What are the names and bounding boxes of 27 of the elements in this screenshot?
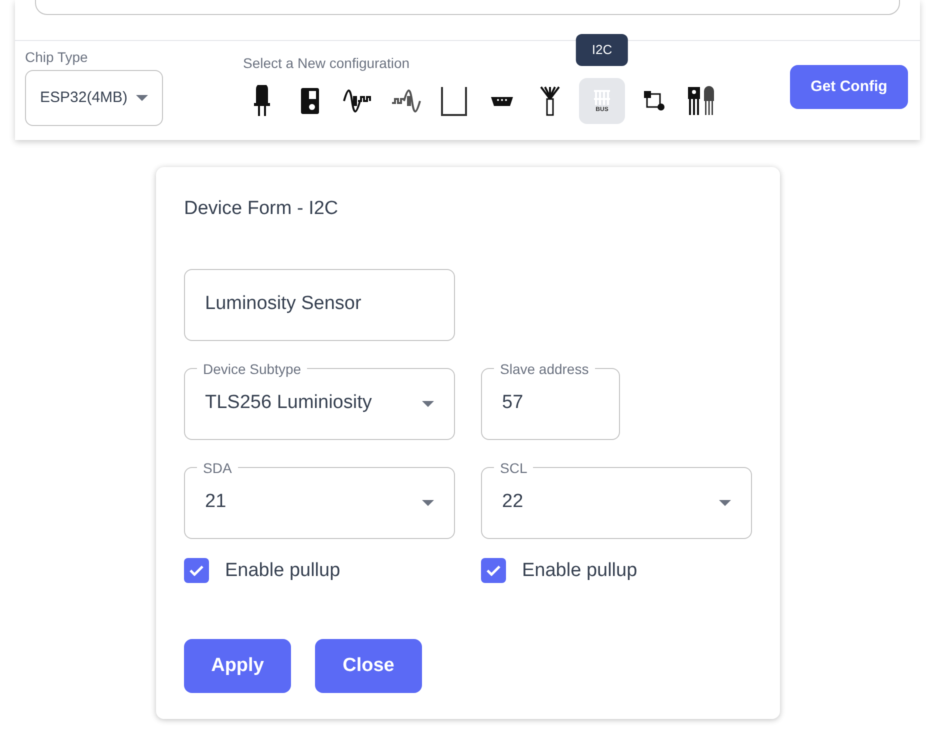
caret-icon bbox=[422, 500, 434, 506]
caret-icon bbox=[136, 95, 148, 101]
checkbox[interactable] bbox=[184, 558, 209, 584]
connector-icon bbox=[491, 96, 513, 106]
field-value: Luminosity Sensor bbox=[205, 292, 362, 316]
chip-type-label: Chip Type bbox=[25, 48, 89, 67]
caret-icon bbox=[719, 500, 731, 506]
get-config-button[interactable]: Get Config bbox=[790, 65, 908, 109]
text-field[interactable] bbox=[35, 0, 900, 15]
check-icon bbox=[189, 565, 204, 576]
pulse-icon bbox=[439, 85, 469, 117]
name-field[interactable]: Luminosity Sensor bbox=[184, 268, 455, 340]
tooltip: I2C bbox=[576, 34, 628, 66]
field-value: 22 bbox=[502, 490, 524, 514]
checkbox-label: Enable pullup bbox=[522, 558, 638, 582]
checkbox[interactable] bbox=[481, 558, 506, 584]
field-value: TLS256 Luminiosity bbox=[205, 391, 372, 416]
check-icon bbox=[486, 565, 501, 576]
form-button[interactable]: Close bbox=[315, 639, 422, 693]
field-value: 21 bbox=[205, 490, 226, 514]
field-value: 57 bbox=[502, 391, 524, 416]
config-label: Select a New configuration bbox=[243, 54, 411, 73]
checkbox-label: Enable pullup bbox=[225, 558, 340, 582]
form-title: Device Form - I2C bbox=[184, 197, 340, 221]
form-button[interactable]: Apply bbox=[184, 639, 291, 693]
chip-type-select[interactable]: ESP32(4MB) bbox=[25, 70, 163, 126]
caret-icon bbox=[422, 400, 434, 406]
